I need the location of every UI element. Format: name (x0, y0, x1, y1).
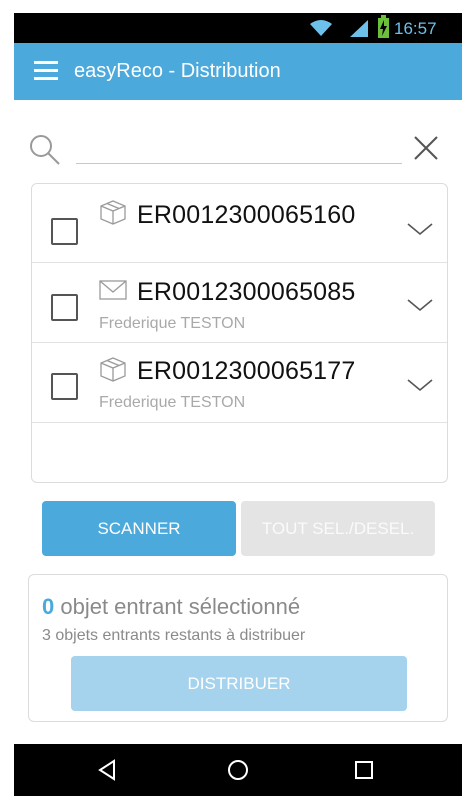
search-icon (30, 135, 60, 165)
app-bar: easyReco - Distribution (14, 43, 462, 100)
list-item[interactable]: ER0012300065177 Frederique TESTON (32, 344, 447, 423)
item-checkbox[interactable] (51, 218, 78, 245)
menu-icon[interactable] (34, 61, 58, 81)
remaining-count: 3 objets entrants restants à distribuer (42, 627, 306, 644)
list-item[interactable]: ER0012300065160 (32, 184, 447, 263)
item-checkbox[interactable] (51, 373, 78, 400)
parcel-list: ER0012300065160 ER0012300065085 Frederiq… (31, 183, 448, 483)
close-icon[interactable] (411, 133, 441, 163)
selected-count-label: objet entrant sélectionné (54, 594, 301, 619)
chevron-down-icon[interactable] (406, 220, 434, 238)
list-item[interactable]: ER0012300065085 Frederique TESTON (32, 264, 447, 343)
status-bar: 16:57 (14, 13, 462, 43)
tracking-number: ER0012300065085 (137, 278, 356, 306)
tracking-number: ER0012300065160 (137, 201, 356, 229)
package-icon (100, 357, 126, 382)
signal-icon (350, 20, 368, 37)
app-title: easyReco - Distribution (74, 60, 281, 82)
recipient-name: Frederique TESTON (99, 315, 246, 332)
recent-apps-icon[interactable] (350, 756, 378, 784)
home-icon[interactable] (224, 756, 252, 784)
status-time: 16:57 (394, 19, 437, 38)
selected-count-line: 0 objet entrant sélectionné (42, 594, 300, 620)
navigation-bar (14, 744, 462, 796)
tracking-number: ER0012300065177 (137, 357, 356, 385)
item-checkbox[interactable] (51, 294, 78, 321)
scanner-button[interactable]: SCANNER (42, 501, 236, 556)
select-all-button[interactable]: TOUT SEL./DESEL. (241, 501, 435, 556)
recipient-name: Frederique TESTON (99, 394, 246, 411)
package-icon (100, 200, 126, 225)
distribution-summary: 0 objet entrant sélectionné 3 objets ent… (28, 574, 448, 722)
charging-bolt-icon (380, 20, 387, 36)
search-input[interactable] (76, 132, 402, 164)
distribute-button[interactable]: DISTRIBUER (71, 656, 407, 711)
envelope-icon (99, 280, 127, 300)
chevron-down-icon[interactable] (406, 376, 434, 394)
back-icon[interactable] (94, 756, 122, 784)
selected-count: 0 (42, 594, 55, 619)
wifi-icon (310, 20, 332, 36)
chevron-down-icon[interactable] (406, 296, 434, 314)
